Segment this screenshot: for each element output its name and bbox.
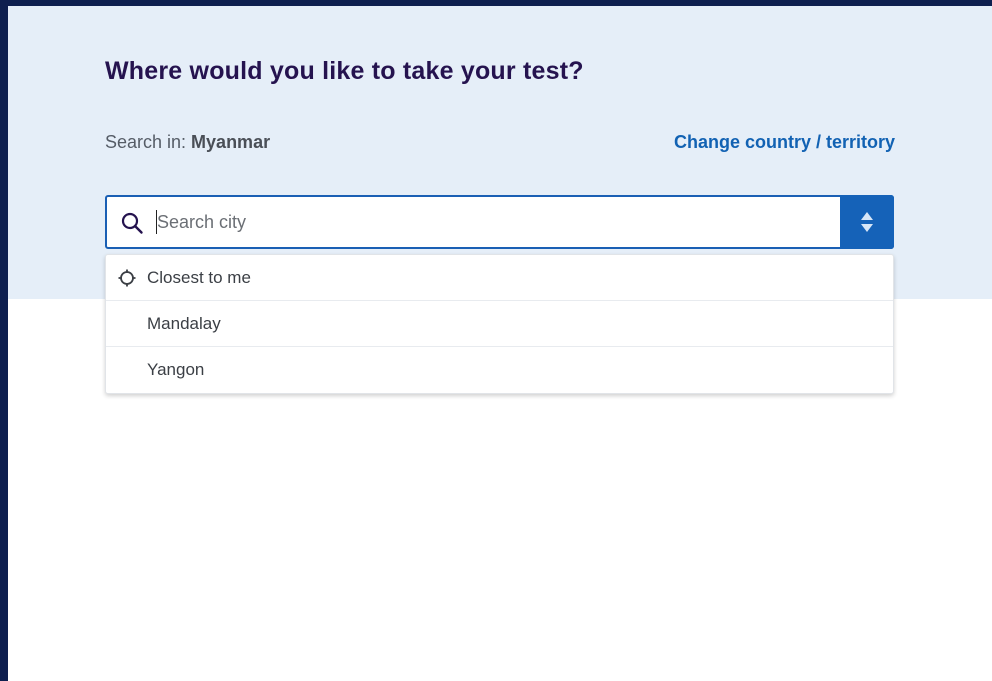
- text-caret: [156, 210, 157, 234]
- option-closest-to-me[interactable]: Closest to me: [106, 255, 893, 301]
- option-mandalay[interactable]: Mandalay: [106, 301, 893, 347]
- city-search-input[interactable]: [157, 205, 827, 239]
- app-frame: Where would you like to take your test? …: [0, 0, 992, 681]
- city-search-combobox[interactable]: [105, 195, 894, 249]
- option-label: Yangon: [147, 360, 205, 379]
- search-icon: [121, 212, 143, 234]
- option-label: Closest to me: [147, 268, 251, 287]
- dropdown-toggle-button[interactable]: [840, 195, 894, 249]
- sort-arrows-icon: [861, 212, 873, 232]
- search-in-prefix: Search in:: [105, 132, 192, 152]
- change-country-link[interactable]: Change country / territory: [674, 132, 895, 153]
- crosshair-icon: [118, 269, 136, 287]
- city-options-list: Closest to me Mandalay Yangon: [105, 254, 894, 394]
- selected-country: Myanmar: [191, 132, 271, 152]
- option-label: Mandalay: [147, 314, 221, 333]
- search-in-label: Search in: Myanmar: [105, 132, 270, 153]
- page-title: Where would you like to take your test?: [105, 57, 584, 85]
- option-yangon[interactable]: Yangon: [106, 347, 893, 393]
